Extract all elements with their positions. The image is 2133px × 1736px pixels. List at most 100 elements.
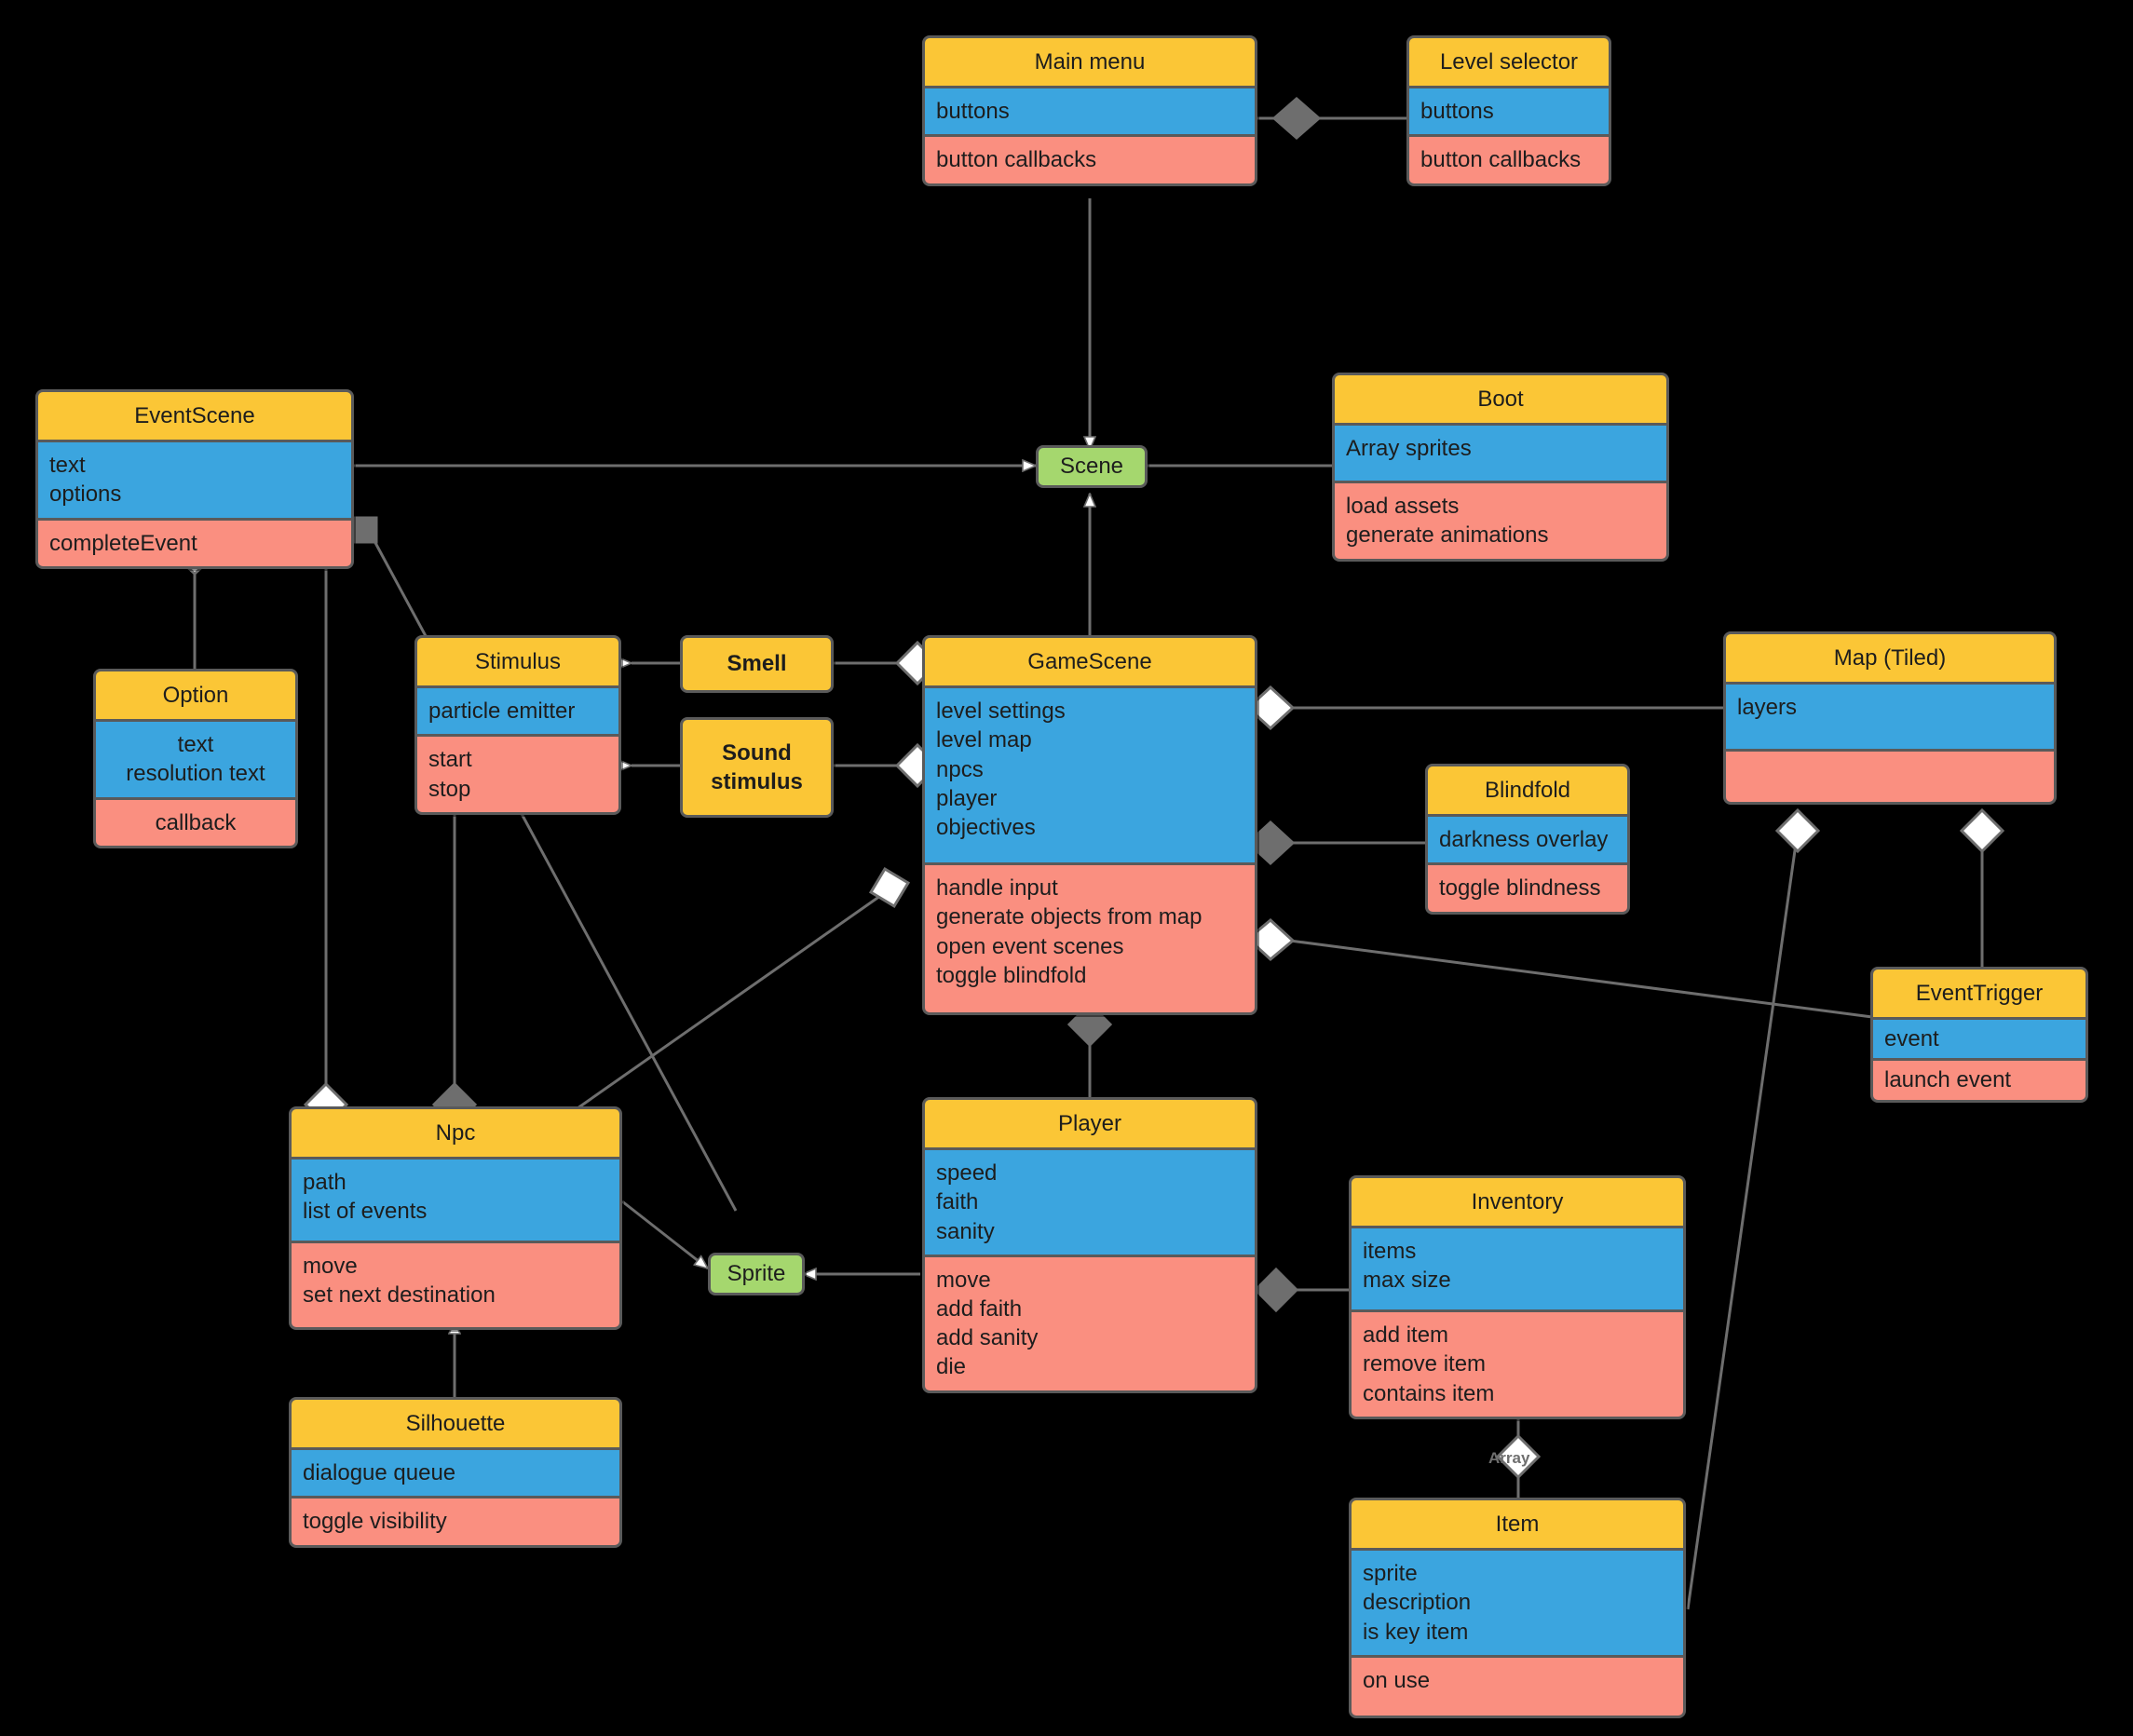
class-title-game-scene: GameScene (925, 638, 1255, 689)
class-attributes-boot: Array sprites (1335, 426, 1666, 484)
composition-diamond (1271, 97, 1322, 140)
class-box-blindfold[interactable]: Blindfold darkness overlay toggle blindn… (1425, 764, 1630, 915)
class-box-map-tiled[interactable]: Map (Tiled) layers (1723, 631, 2057, 806)
attribute: objectives (936, 814, 1036, 840)
class-box-boot[interactable]: Boot Array sprites load assets generate … (1332, 373, 1669, 562)
class-operations-inventory: add item remove item contains item (1352, 1312, 1683, 1417)
operation: completeEvent (49, 530, 197, 556)
operation: button callbacks (1420, 147, 1582, 173)
operation: die (936, 1354, 967, 1380)
class-attributes-stimulus: particle emitter (417, 688, 618, 738)
attribute: level settings (936, 698, 1066, 725)
class-title-item: Item (1352, 1500, 1683, 1552)
aggregation-diamond (868, 866, 911, 909)
class-operations-map-tiled (1726, 752, 2054, 803)
class-attributes-npc: path list of events (292, 1160, 619, 1244)
attribute: darkness overlay (1439, 827, 1609, 853)
class-box-npc[interactable]: Npc path list of events move set next de… (289, 1106, 622, 1331)
class-title-smell: Smell (683, 638, 831, 690)
class-attributes-event-scene: text options (38, 442, 351, 521)
class-box-event-trigger[interactable]: EventTrigger event launch event (1870, 967, 2088, 1103)
operation: start (428, 747, 472, 773)
operation: toggle blindness (1439, 875, 1601, 902)
class-operations-stimulus: start stop (417, 737, 618, 812)
attribute: description (1363, 1590, 1472, 1616)
class-title-npc: Npc (292, 1109, 619, 1160)
class-box-item[interactable]: Item sprite description is key item on u… (1349, 1498, 1686, 1718)
operation: button callbacks (936, 147, 1097, 173)
class-title-inventory: Inventory (1352, 1178, 1683, 1229)
class-operations-game-scene: handle input generate objects from map o… (925, 865, 1255, 1013)
edge-label-array: Array (1488, 1449, 1530, 1467)
node-label-sprite: Sprite (727, 1261, 786, 1286)
attribute: player (936, 785, 998, 811)
attribute: npcs (936, 756, 984, 782)
attribute: path (303, 1170, 346, 1196)
node-scene[interactable]: Scene (1036, 445, 1148, 488)
attribute: list of events (303, 1199, 428, 1225)
class-operations-boot: load assets generate animations (1335, 483, 1666, 559)
class-box-silhouette[interactable]: Silhouette dialogue queue toggle visibil… (289, 1397, 622, 1548)
operation: load assets (1346, 494, 1460, 520)
class-attributes-main-menu: buttons (925, 88, 1255, 138)
class-title-main-menu: Main menu (925, 38, 1255, 89)
class-title-player: Player (925, 1100, 1255, 1151)
class-operations-event-scene: completeEvent (38, 520, 351, 566)
class-box-stimulus[interactable]: Stimulus particle emitter start stop (414, 635, 621, 815)
class-box-inventory[interactable]: Inventory items max size add item remove… (1349, 1175, 1686, 1419)
class-box-main-menu[interactable]: Main menu buttons button callbacks (922, 35, 1257, 186)
class-attributes-event-trigger: event (1873, 1020, 2085, 1062)
attribute: text (49, 453, 86, 479)
attribute: text (177, 732, 214, 758)
attribute: sprite (1363, 1561, 1418, 1587)
class-box-smell[interactable]: Smell (680, 635, 834, 693)
composition-diamond (1253, 1267, 1299, 1313)
class-title-event-scene: EventScene (38, 392, 351, 443)
class-box-level-selector[interactable]: Level selector buttons button callbacks (1406, 35, 1611, 186)
class-attributes-inventory: items max size (1352, 1228, 1683, 1313)
class-title-silhouette: Silhouette (292, 1400, 619, 1451)
class-operations-silhouette: toggle visibility (292, 1499, 619, 1545)
node-label-scene: Scene (1059, 454, 1124, 479)
operation: toggle blindfold (936, 962, 1087, 988)
class-operations-event-trigger: launch event (1873, 1061, 2085, 1100)
class-box-player[interactable]: Player speed faith sanity move add faith… (922, 1097, 1257, 1393)
class-attributes-item: sprite description is key item (1352, 1551, 1683, 1658)
operation: on use (1363, 1667, 1431, 1693)
operation: open event scenes (936, 933, 1124, 959)
operation: toggle visibility (303, 1509, 447, 1535)
class-title-map-tiled: Map (Tiled) (1726, 634, 2054, 685)
aggregation-diamond (1774, 807, 1821, 854)
attribute: dialogue queue (303, 1460, 456, 1486)
class-operations-option: callback (96, 799, 295, 846)
operation: remove item (1363, 1351, 1487, 1377)
class-attributes-level-selector: buttons (1409, 88, 1609, 138)
class-attributes-blindfold: darkness overlay (1428, 817, 1627, 866)
edge-endpoint-square (350, 516, 378, 544)
attribute: buttons (936, 99, 1010, 125)
class-operations-level-selector: button callbacks (1409, 137, 1609, 183)
attribute: is key item (1363, 1619, 1469, 1645)
class-operations-item: on use (1352, 1657, 1683, 1716)
class-title-option: Option (96, 671, 295, 723)
class-box-event-scene[interactable]: EventScene text options completeEvent (35, 389, 354, 569)
attribute: speed (936, 1160, 998, 1187)
operation: generate animations (1346, 522, 1549, 549)
attribute: layers (1737, 695, 1798, 721)
class-box-option[interactable]: Option text resolution text callback (93, 669, 298, 848)
attribute: particle emitter (428, 698, 576, 725)
class-operations-player: move add faith add sanity die (925, 1256, 1255, 1390)
operation: set next destination (303, 1282, 496, 1309)
class-box-game-scene[interactable]: GameScene level settings level map npcs … (922, 635, 1257, 1016)
class-attributes-player: speed faith sanity (925, 1150, 1255, 1257)
class-title-stimulus: Stimulus (417, 638, 618, 689)
node-sprite[interactable]: Sprite (708, 1253, 805, 1295)
class-box-sound-stimulus[interactable]: Sound stimulus (680, 717, 834, 818)
aggregation-diamond (1959, 807, 2005, 854)
attribute: event (1884, 1026, 1939, 1052)
class-operations-npc: move set next destination (292, 1243, 619, 1328)
uml-class-diagram: Main menu buttons button callbacks Level… (0, 0, 2133, 1736)
operation: callback (155, 809, 237, 835)
operation: add item (1363, 1322, 1449, 1349)
attribute: items (1363, 1239, 1417, 1265)
